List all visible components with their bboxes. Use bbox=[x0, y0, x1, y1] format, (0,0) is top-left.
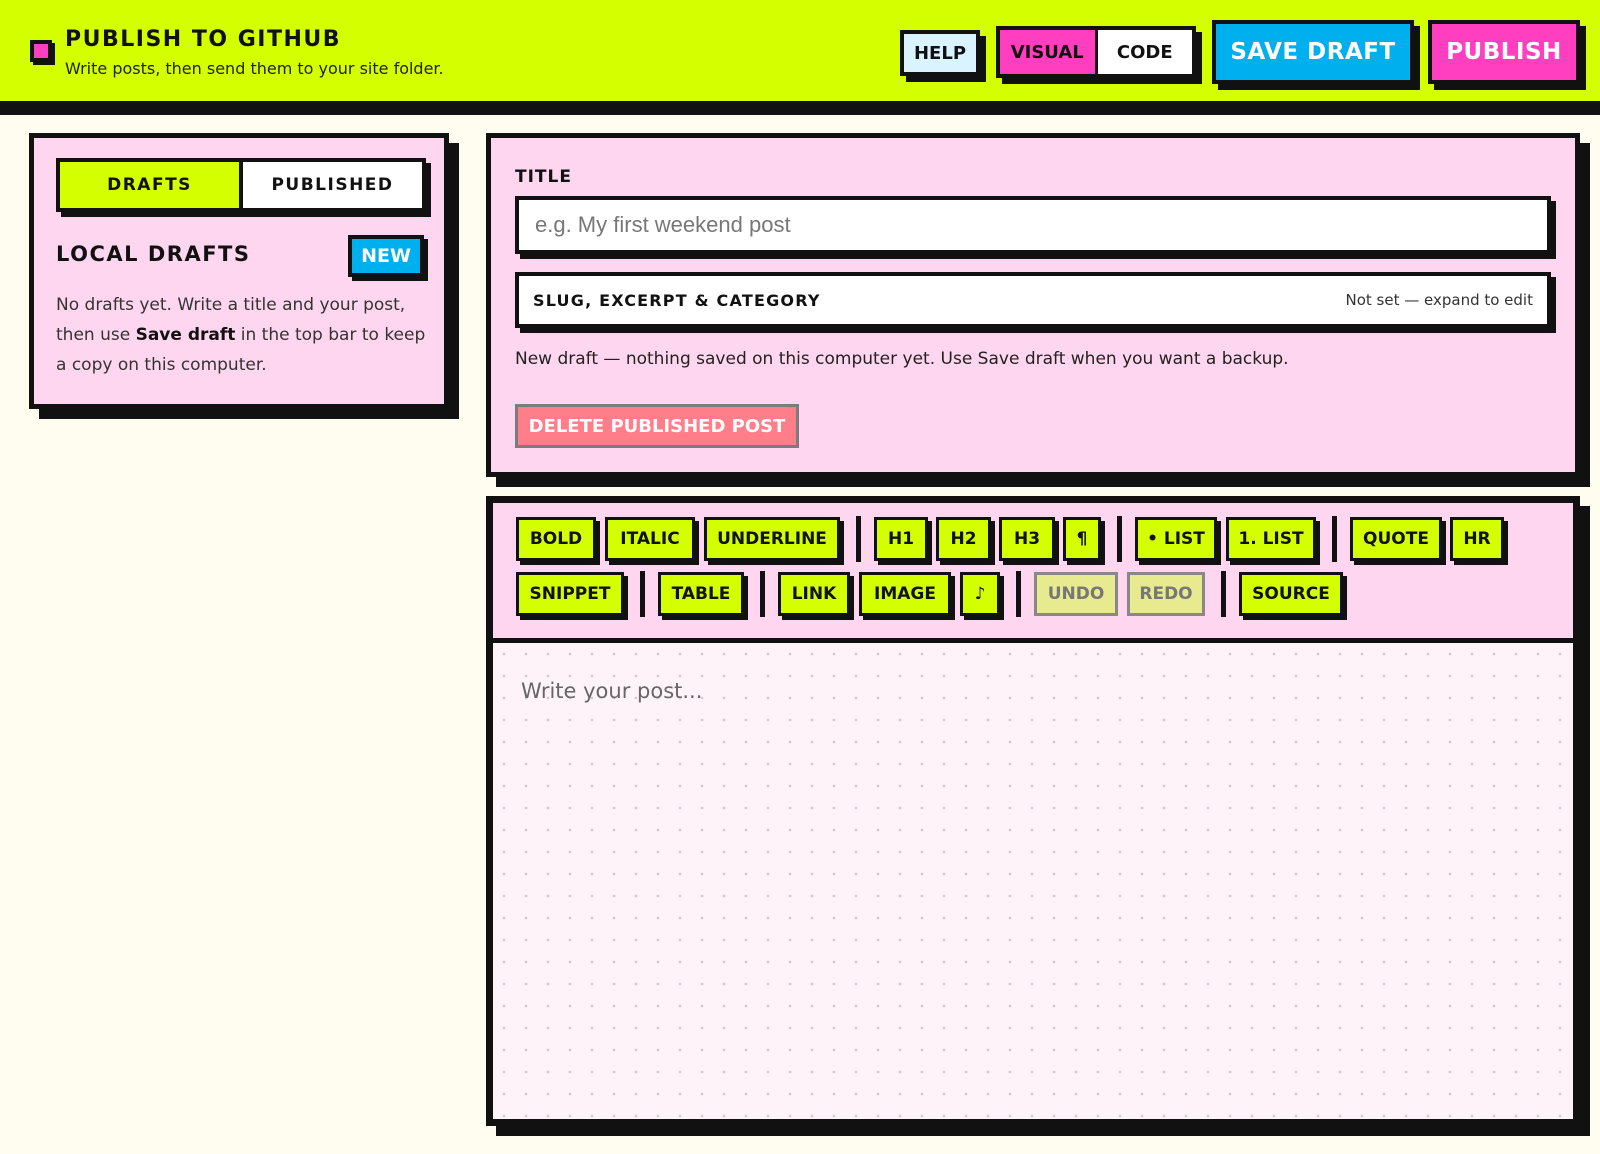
empty-message-emphasis: Save draft bbox=[135, 325, 236, 345]
top-bar: PUBLISH TO GITHUB Write posts, then send… bbox=[0, 0, 1600, 115]
toolbar-separator bbox=[1016, 571, 1021, 617]
app-title: PUBLISH TO GITHUB bbox=[65, 27, 342, 52]
toolbar-separator bbox=[856, 516, 861, 562]
new-draft-button[interactable]: NEW bbox=[348, 235, 424, 277]
snippet-button[interactable]: SNIPPET bbox=[516, 572, 624, 616]
italic-button[interactable]: ITALIC bbox=[605, 517, 695, 561]
toolbar-separator bbox=[1221, 571, 1226, 617]
underline-button[interactable]: UNDERLINE bbox=[704, 517, 840, 561]
h1-button[interactable]: H1 bbox=[874, 517, 928, 561]
h3-button[interactable]: H3 bbox=[999, 517, 1055, 561]
brand-logo-icon bbox=[30, 40, 52, 62]
mode-visual-button[interactable]: VISUAL bbox=[1000, 30, 1098, 74]
toolbar-separator bbox=[1117, 516, 1122, 562]
h2-button[interactable]: H2 bbox=[936, 517, 991, 561]
draft-status-text: New draft — nothing saved on this comput… bbox=[515, 349, 1289, 369]
toolbar-separator bbox=[640, 571, 645, 617]
app-subtitle: Write posts, then send them to your site… bbox=[65, 59, 444, 78]
horizontal-rule-button[interactable]: HR bbox=[1450, 517, 1504, 561]
redo-button[interactable]: REDO bbox=[1127, 572, 1205, 616]
audio-note-icon[interactable]: ♪ bbox=[960, 572, 1000, 616]
help-button[interactable]: HELP bbox=[900, 30, 980, 76]
publish-button[interactable]: PUBLISH bbox=[1428, 20, 1580, 84]
tab-drafts[interactable]: DRAFTS bbox=[60, 162, 243, 208]
local-drafts-heading: LOCAL DRAFTS bbox=[56, 242, 251, 266]
post-body-input[interactable] bbox=[493, 643, 1573, 1119]
slug-excerpt-category-expander[interactable]: SLUG, EXCERPT & CATEGORY Not set — expan… bbox=[515, 272, 1551, 328]
empty-drafts-message: No drafts yet. Write a title and your po… bbox=[56, 290, 436, 380]
sidebar-tabs: DRAFTS PUBLISHED bbox=[56, 158, 426, 212]
save-draft-button[interactable]: SAVE DRAFT bbox=[1212, 20, 1414, 84]
paragraph-button[interactable]: ¶ bbox=[1063, 517, 1101, 561]
image-button[interactable]: IMAGE bbox=[859, 572, 951, 616]
link-button[interactable]: LINK bbox=[778, 572, 850, 616]
mode-code-button[interactable]: CODE bbox=[1097, 30, 1192, 74]
source-button[interactable]: SOURCE bbox=[1239, 572, 1343, 616]
bullet-list-button[interactable]: • LIST bbox=[1135, 517, 1217, 561]
editor-card: BOLD ITALIC UNDERLINE H1 H2 H3 ¶ • LIST … bbox=[486, 496, 1580, 1126]
bold-button[interactable]: BOLD bbox=[516, 517, 596, 561]
numbered-list-button[interactable]: 1. LIST bbox=[1226, 517, 1316, 561]
post-body-editor bbox=[493, 643, 1573, 1119]
title-label: TITLE bbox=[515, 167, 572, 187]
post-details-card: TITLE SLUG, EXCERPT & CATEGORY Not set —… bbox=[486, 133, 1580, 477]
undo-button[interactable]: UNDO bbox=[1034, 572, 1118, 616]
meta-section-label: SLUG, EXCERPT & CATEGORY bbox=[533, 290, 821, 310]
title-input[interactable] bbox=[515, 196, 1551, 254]
table-button[interactable]: TABLE bbox=[658, 572, 744, 616]
toolbar-separator bbox=[1332, 516, 1337, 562]
editor-mode-toggle: VISUAL CODE bbox=[996, 26, 1196, 78]
quote-button[interactable]: QUOTE bbox=[1350, 517, 1442, 561]
formatting-toolbar: BOLD ITALIC UNDERLINE H1 H2 H3 ¶ • LIST … bbox=[493, 503, 1573, 643]
toolbar-separator bbox=[760, 571, 765, 617]
delete-published-post-button[interactable]: DELETE PUBLISHED POST bbox=[515, 404, 799, 448]
tab-published[interactable]: PUBLISHED bbox=[243, 162, 422, 208]
drafts-sidebar: DRAFTS PUBLISHED LOCAL DRAFTS NEW No dra… bbox=[29, 133, 449, 409]
meta-section-status: Not set — expand to edit bbox=[1345, 291, 1534, 309]
